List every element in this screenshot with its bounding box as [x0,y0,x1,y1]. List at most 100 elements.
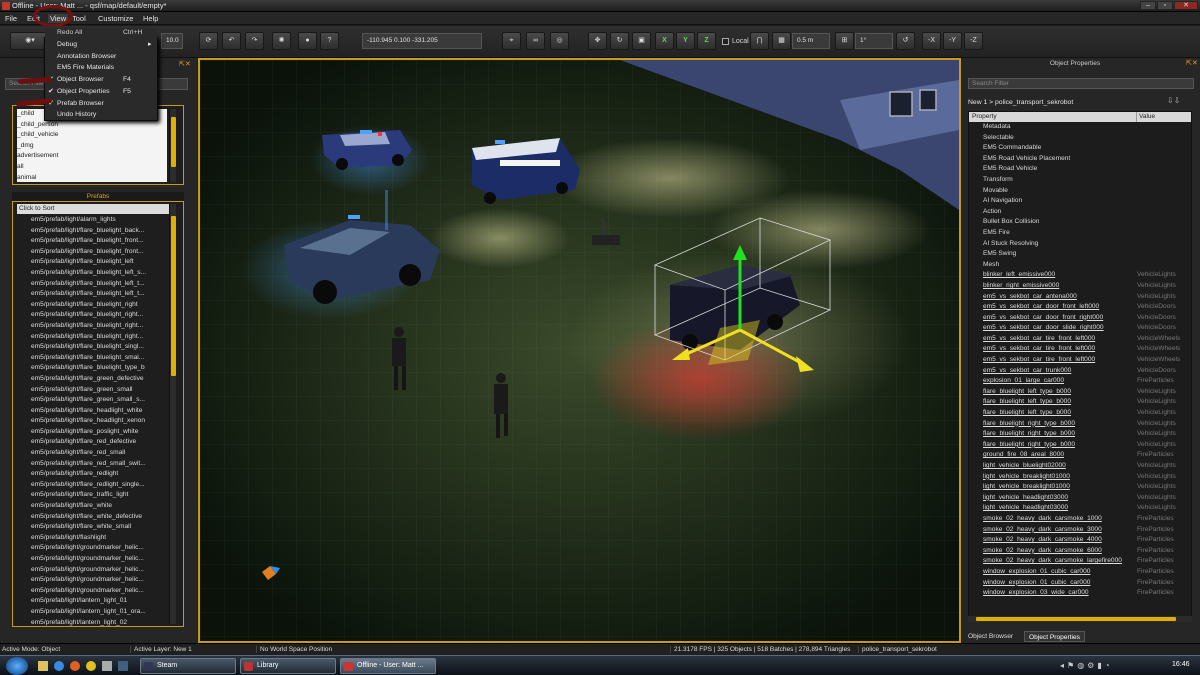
property-row[interactable]: em5_vs_sekbot_car_tire_front_left000 Vehi… [969,355,1191,366]
property-name[interactable]: flare_bluelight_right_type_b000 [983,440,1075,451]
property-name[interactable]: light_vehicle_headlight03000 [983,493,1068,504]
property-row[interactable]: EM5 Swing [969,249,1191,260]
prefab-item[interactable]: em5/prefab/light/flare_red_small_swit... [31,459,171,470]
prefab-scrollbar[interactable] [169,204,176,624]
neg-z-button[interactable]: -Z [964,32,983,50]
menu-file[interactable]: File [5,14,17,23]
prefab-item[interactable]: em5/prefab/light/flare_bluelight_front..… [31,236,171,247]
col-value[interactable]: Value [1136,112,1155,122]
prefab-item[interactable]: em5/prefab/light/flare_white [31,501,171,512]
chrome-icon[interactable] [86,661,96,671]
axis-x-button[interactable]: X [655,32,674,50]
prefab-item[interactable]: em5/prefab/light/flare_bluelight_left [31,257,171,268]
property-name[interactable]: em5_vs_sekbot_car_door_front_right000 [983,313,1103,324]
property-row[interactable]: em5_vs_sekbot_car_tire_front_left000 Vehi… [969,344,1191,355]
property-row[interactable]: blinker_right_emissive000 VehicleLights [969,281,1191,292]
axis-z-button[interactable]: Z [697,32,716,50]
property-row[interactable]: em5_vs_sekbot_car_tire_front_left000 Vehi… [969,334,1191,345]
speed-field[interactable]: 10.0 [161,33,183,49]
refresh-icon[interactable]: ⟳ [199,32,218,50]
prefab-item[interactable]: em5/prefab/light/flare_bluelight_smal... [31,353,171,364]
property-row[interactable]: light_vehicle_bluelight02000 VehicleLight… [969,461,1191,472]
property-row[interactable]: flare_bluelight_left_type_b000 VehicleLig… [969,408,1191,419]
list-item[interactable]: _child_person [17,120,167,131]
prefab-item[interactable]: em5/prefab/light/flare_bluelight_singl..… [31,342,171,353]
property-name[interactable]: blinker_left_emissive000 [983,270,1055,281]
rotate-icon[interactable]: ↻ [610,32,629,50]
redo-icon[interactable]: ↷ [245,32,264,50]
property-row[interactable]: smoke_02_heavy_dark_carsmoke_6000 FirePar… [969,546,1191,557]
prefab-item[interactable]: em5/prefab/light/flare_bluelight_back... [31,226,171,237]
prefab-item[interactable]: em5/prefab/light/flare_poslight_white [31,427,171,438]
property-row[interactable]: em5_vs_sekbot_car_door_slide_right000 Veh… [969,323,1191,334]
property-row[interactable]: EM5 Road Vehicle [969,164,1191,175]
property-row[interactable]: explosion_01_large_car000 FireParticles [969,376,1191,387]
property-name[interactable]: smoke_02_heavy_dark_carsmoke_6000 [983,546,1102,557]
property-row[interactable]: Metadata [969,122,1191,133]
menu-item-prefab-browser[interactable]: ✔ Prefab Browser [45,98,157,110]
property-name[interactable]: flare_bluelight_left_type_b000 [983,397,1071,408]
prefab-item[interactable]: em5/prefab/light/flare_red_small [31,448,171,459]
property-row[interactable]: AI Navigation [969,196,1191,207]
prefab-item[interactable]: em5/prefab/light/flare_green_small [31,385,171,396]
prefab-item[interactable]: em5/prefab/light/flare_green_defective [31,374,171,385]
magnet-icon[interactable]: ⋂ [750,32,769,50]
prefab-item[interactable]: em5/prefab/light/flare_bluelight_left_s.… [31,268,171,279]
prefab-item[interactable]: em5/prefab/light/flare_bluelight_left_t.… [31,279,171,290]
tab-object-browser[interactable]: Object Browser [964,631,1017,642]
menu-tool[interactable]: Tool [72,14,86,23]
property-name[interactable]: blinker_right_emissive000 [983,281,1059,292]
list-item[interactable]: animal [17,173,167,182]
property-row[interactable]: Mesh [969,260,1191,271]
prefab-item[interactable]: em5/prefab/light/flare_traffic_light [31,490,171,501]
grid-icon[interactable]: ▦ [772,32,791,50]
property-row[interactable]: EM5 Road Vehicle Placement [969,154,1191,165]
menu-item-object-browser[interactable]: ✔Object BrowserF4 [45,74,157,86]
property-row[interactable]: flare_bluelight_left_type_b000 VehicleLig… [969,387,1191,398]
horizontal-scrollbar[interactable] [968,616,1192,622]
property-name[interactable]: smoke_02_heavy_dark_carsmoke_1000 [983,514,1102,525]
property-row[interactable]: Action [969,207,1191,218]
prefab-item[interactable]: em5/prefab/light/lantern_light_01 [31,596,171,607]
prefab-item[interactable]: em5/prefab/light/alarm_lights [31,215,171,226]
prefab-item[interactable]: em5/prefab/light/flashlight [31,533,171,544]
3d-viewport[interactable] [198,58,961,643]
property-row[interactable]: em5_vs_sekbot_car_door_front_left000 Vehi… [969,302,1191,313]
sun-icon[interactable]: ✺ [272,32,291,50]
property-name[interactable]: explosion_01_large_car000 [983,376,1064,387]
explorer-icon[interactable] [38,661,48,671]
app-icon[interactable] [118,661,128,671]
property-row[interactable]: Bullet Box Collision [969,217,1191,228]
prefab-item[interactable]: em5/prefab/light/flare_white_defective [31,512,171,523]
property-row[interactable]: EM5 Commandable [969,143,1191,154]
position-field[interactable]: -110.945 0.100 -331.205 [362,33,482,49]
undock-icon[interactable]: ⇱✕ [1186,59,1198,67]
neg-y-button[interactable]: -Y [943,32,962,50]
layer-scrollbar[interactable] [169,109,176,182]
property-row[interactable]: em5_vs_sekbot_car_door_front_right000 Veh… [969,313,1191,324]
prefab-item[interactable]: em5/prefab/light/flare_bluelight_right..… [31,321,171,332]
prefab-item[interactable]: em5/prefab/light/flare_white_small [31,522,171,533]
property-name[interactable]: em5_vs_sekbot_car_tire_front_left000 [983,334,1095,345]
list-item[interactable]: all [17,162,167,173]
property-row[interactable]: em5_vs_sekbot_car_trunk000 VehicleDoors [969,366,1191,377]
prefab-item[interactable]: em5/prefab/light/groundmarker_helic... [31,543,171,554]
snap-distance-field[interactable]: 0.5 m [792,33,830,49]
record-icon[interactable]: ● [298,32,317,50]
property-row[interactable]: Selectable [969,133,1191,144]
minimize-button[interactable]: – [1140,1,1156,10]
prefab-item[interactable]: em5/prefab/light/flare_bluelight_type_b [31,363,171,374]
filter-icon[interactable]: ⇩⇩ [1167,96,1180,105]
prefab-item[interactable]: em5/prefab/light/flare_bluelight_front..… [31,247,171,258]
property-name[interactable]: smoke_02_heavy_dark_carsmoke_largefire00… [983,556,1122,567]
property-row[interactable]: smoke_02_heavy_dark_carsmoke_1000 FirePar… [969,514,1191,525]
menu-customize[interactable]: Customize [98,14,133,23]
property-row[interactable]: window_explosion_03_wide_car000 FireParti… [969,588,1191,599]
police-car[interactable] [322,130,412,170]
close-button[interactable]: ✕ [1174,1,1198,10]
property-search-input[interactable]: Search Filter [968,78,1194,89]
tab-object-properties[interactable]: Object Properties [1024,631,1085,642]
prefab-item[interactable]: em5/prefab/light/flare_bluelight_right [31,300,171,311]
property-name[interactable]: light_vehicle_bluelight02000 [983,461,1066,472]
property-row[interactable]: blinker_left_emissive000 VehicleLights [969,270,1191,281]
